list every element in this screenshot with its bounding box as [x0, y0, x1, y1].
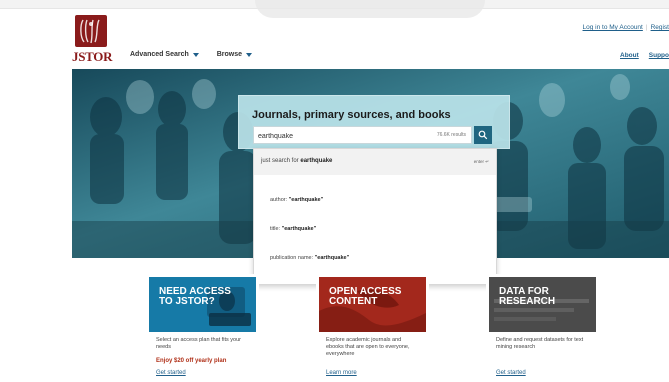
support-link[interactable]: Suppo [649, 52, 669, 59]
main-nav: Advanced Search Browse [130, 51, 253, 58]
card-need-access: NEED ACCESS TO JSTOR? Select an access p… [146, 274, 259, 382]
enter-hint: enter ↵ [473, 159, 489, 164]
suggestion-value: "earthquake" [281, 226, 317, 232]
search-button[interactable] [474, 126, 492, 144]
top-decorative-shape [255, 0, 485, 18]
suggestion-just-search[interactable]: just search for earthquake enter ↵ [254, 149, 496, 175]
jstor-logo[interactable]: JSTOR [72, 15, 113, 64]
suggestion-author[interactable]: author: "earthquake" [270, 197, 323, 203]
register-link[interactable]: Regist [651, 24, 669, 31]
suggestion-field: author: [270, 197, 288, 203]
card-description: Define and request datasets for text min… [496, 337, 584, 350]
link-divider: | [645, 24, 648, 31]
about-link[interactable]: About [620, 52, 639, 59]
jstor-logo-mark [75, 15, 107, 47]
search-input[interactable] [258, 129, 408, 143]
card-promo: Enjoy $20 off yearly plan [156, 358, 227, 364]
card-title-line: CONTENT [329, 296, 378, 307]
browse-menu[interactable]: Browse [216, 51, 253, 58]
card-title-open-access: OPEN ACCESS CONTENT [329, 287, 401, 307]
card-link-get-started[interactable]: Get started [496, 370, 526, 376]
browse-label: Browse [216, 51, 243, 58]
search-heading: Journals, primary sources, and books [252, 109, 451, 121]
suggestion-title[interactable]: title: "earthquake" [270, 226, 316, 232]
suggestion-publication-name[interactable]: publication name: "earthquake" [270, 255, 349, 261]
card-data-for-research: DATA FOR RESEARCH Define and request dat… [486, 274, 599, 382]
advanced-search-label: Advanced Search [130, 51, 189, 58]
card-link-learn-more[interactable]: Learn more [326, 370, 357, 376]
card-image-data-for-research: DATA FOR RESEARCH [489, 277, 596, 332]
card-title-need-access: NEED ACCESS TO JSTOR? [159, 287, 231, 307]
just-search-prefix: just search for [261, 158, 299, 164]
search-icon [478, 130, 488, 140]
result-count: 76.6K results [436, 132, 466, 138]
account-links: Log in to My Account | Regist [583, 24, 669, 31]
card-image-open-access: OPEN ACCESS CONTENT [319, 277, 426, 332]
search-panel: Journals, primary sources, and books 76.… [238, 95, 510, 149]
suggestion-field: title: [270, 226, 281, 232]
search-field[interactable]: 76.6K results [253, 126, 472, 144]
card-title-line: TO JSTOR? [159, 296, 215, 307]
card-title-line: RESEARCH [499, 296, 556, 307]
chevron-down-icon [192, 52, 199, 57]
card-description: Select an access plan that fits your nee… [156, 337, 241, 350]
logo-text: JSTOR [72, 49, 113, 64]
login-link[interactable]: Log in to My Account [583, 24, 643, 31]
card-link-get-started[interactable]: Get started [156, 370, 186, 376]
chevron-down-icon [246, 52, 253, 57]
card-title-data-for-research: DATA FOR RESEARCH [499, 287, 555, 307]
suggestion-value: "earthquake" [288, 197, 324, 203]
suggestion-field: publication name: [270, 255, 314, 261]
card-description: Explore academic journals and ebooks tha… [326, 337, 410, 357]
search-suggestions-dropdown: just search for earthquake enter ↵ autho… [253, 148, 497, 285]
just-search-text: just search for earthquake [261, 158, 332, 164]
just-search-term: earthquake [300, 158, 333, 164]
advanced-search-menu[interactable]: Advanced Search [130, 51, 199, 58]
utility-links: About Suppo [620, 52, 669, 59]
suggestion-value: "earthquake" [314, 255, 350, 261]
card-open-access: OPEN ACCESS CONTENT Explore academic jou… [316, 274, 429, 382]
card-image-need-access: NEED ACCESS TO JSTOR? [149, 277, 256, 332]
